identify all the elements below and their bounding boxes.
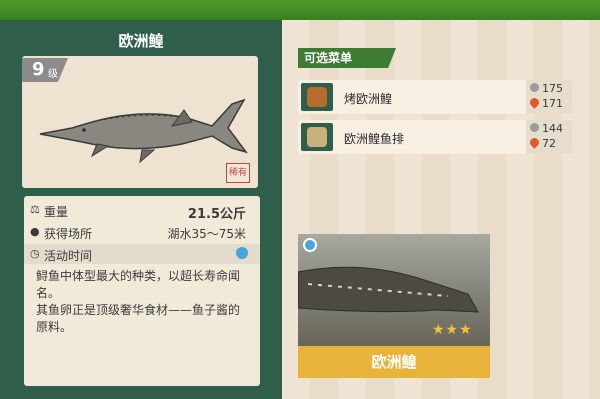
fish-name-banner: 欧洲鳇 [298,346,490,378]
coin-icon [530,123,539,132]
fish-title: 欧洲鳇 [118,32,164,50]
menu-item-name: 烤欧洲鳇 [344,92,393,106]
top-grass-border [0,0,600,24]
activity-time-label: 活动时间 [44,249,93,263]
fish-description: 鲟鱼中体型最大的种类，以超长寿命闻名。 其鱼卵正是顶级奢华食材——鱼子酱的原料。 [36,269,241,334]
location-pin-icon: ● [30,225,40,238]
clock-icon: ◷ [30,247,40,260]
level-number: 9 [32,59,45,80]
star-rating: ★★★ [432,322,473,338]
activity-time-row[interactable]: ◷ 活动时间 [24,244,260,264]
weight-row: ⚖ 重量 21.5公斤 [24,200,260,222]
location-value: 湖水35～75米 [167,227,246,241]
menu-item-name: 欧洲鳇鱼排 [344,132,405,146]
sun-icon [303,238,317,252]
location-row: ● 获得场所 湖水35～75米 [24,222,260,242]
roast-dish-icon [301,83,333,111]
weight-value: 21.5公斤 [187,207,246,222]
menu-title: 可选菜单 [298,48,396,68]
weather-icon[interactable] [236,247,248,259]
cost-fire: 171 [542,97,563,110]
rarity-stamp: 稀有 [226,163,250,183]
fire-icon [528,96,541,109]
menu-item-costs: 175 171 [526,80,572,114]
fish-steak-icon [301,123,333,151]
menu-item-roast[interactable]: 烤欧洲鳇 175 171 [298,80,572,114]
coin-icon [530,83,539,92]
menu-item-steak[interactable]: 欧洲鳇鱼排 144 72 [298,120,572,154]
cost-coin: 175 [542,82,563,95]
location-label: 获得场所 [44,227,93,241]
menu-item-costs: 144 72 [526,120,572,154]
fire-icon [528,136,541,149]
cost-fire: 72 [542,137,556,150]
cost-coin: 144 [542,122,563,135]
weight-label: 重量 [44,205,69,219]
scale-icon: ⚖ [30,203,40,216]
level-unit: 级 [48,69,58,80]
